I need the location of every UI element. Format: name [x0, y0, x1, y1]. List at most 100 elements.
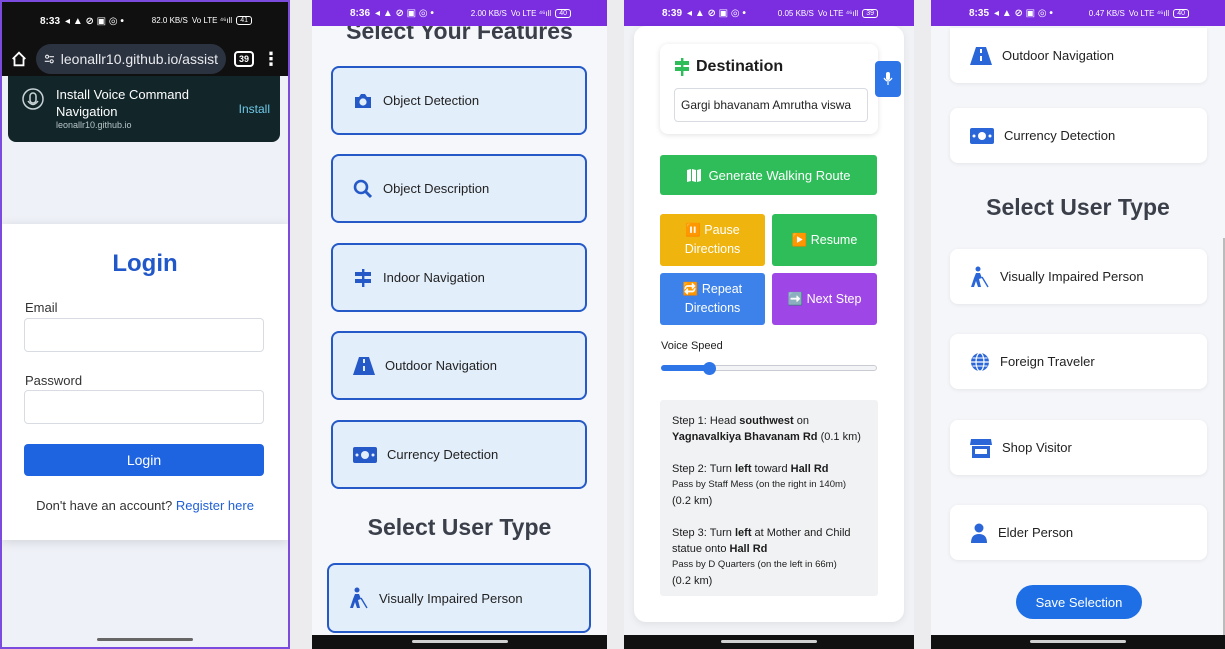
user-type-label: Visually Impaired Person [1000, 269, 1144, 284]
status-bar: 8:35 ◂ ▲ ⊘ ▣ ◎ • 0.47 KB/S Vo LTE ⁴⁶ıll 40 [931, 0, 1225, 26]
status-time: 8:35 [969, 7, 990, 19]
feature-outdoor-navigation[interactable]: Outdoor Navigation [950, 28, 1207, 83]
step-distance: (0.2 km) [672, 495, 713, 507]
destination-heading: Destination [674, 58, 783, 76]
gesture-bar [624, 635, 914, 649]
feature-object-detection[interactable]: Object Detection [331, 66, 587, 135]
next-step-button[interactable]: ➡️ Next Step [772, 273, 877, 325]
user-type-elder-person[interactable]: Elder Person [950, 505, 1207, 560]
destination-input[interactable]: Gargi bhavanam Amrutha viswa [674, 88, 868, 122]
feature-label: Indoor Navigation [383, 270, 485, 285]
feature-label: Currency Detection [387, 447, 499, 462]
destination-title: Destination [696, 58, 784, 75]
user-type-label: Shop Visitor [1002, 440, 1072, 455]
install-app-banner: Install Voice Command Navigation leonall… [8, 76, 280, 142]
step-note: Pass by D Quarters (on the left in 66m) [672, 559, 837, 570]
url-text: leonallr10.github.io/assist [60, 51, 218, 67]
feature-label: Outdoor Navigation [385, 358, 498, 373]
resume-button[interactable]: ▶️ Resume [772, 214, 877, 266]
step-text: on [793, 415, 809, 427]
network-speed: 82.0 KB/S [151, 16, 188, 25]
repeat-directions-button[interactable]: 🔁 Repeat Directions [660, 273, 765, 325]
home-gesture-handle[interactable] [411, 640, 508, 643]
step-road: Yagnavalkiya Bhavanam Rd [672, 431, 818, 443]
direction-step: Step 1: Head southwest on Yagnavalkiya B… [672, 413, 866, 445]
user-type-visually-impaired[interactable]: Visually Impaired Person [327, 563, 591, 633]
notification-icons: ◂ ▲ ⊘ ▣ ◎ • [994, 7, 1053, 19]
step-text: Step 1: Head [672, 415, 740, 427]
feature-currency-detection[interactable]: Currency Detection [331, 420, 587, 489]
signal-icon: Vo LTE ⁴⁶ıll [191, 16, 233, 25]
network-speed: 0.05 KB/S [777, 8, 814, 18]
step-direction: southwest [739, 415, 794, 427]
globe-icon [971, 351, 989, 372]
user-type-foreign-traveler[interactable]: Foreign Traveler [950, 334, 1207, 389]
phone-navigation-screen: 8:39 ◂ ▲ ⊘ ▣ ◎ • 0.05 KB/S Vo LTE ⁴⁶ıll 39 … [624, 0, 914, 649]
step-road: Hall Rd [790, 463, 829, 475]
user-type-label: Visually Impaired Person [379, 590, 523, 606]
camera-icon [355, 93, 371, 108]
login-button[interactable]: Login [24, 444, 264, 476]
battery-icon: 39 [862, 8, 878, 18]
install-button[interactable]: Install [239, 102, 270, 116]
password-field[interactable] [24, 390, 264, 424]
status-bar: 8:33 ◂ ▲ ⊘ ▣ ◎ • 82.0 KB/S Vo LTE ⁴⁶ıll 41 [2, 2, 288, 42]
direction-step: Step 3: Turn left at Mother and Child st… [672, 525, 866, 589]
phone-features-screen: Select Your Features 8:36 ◂ ▲ ⊘ ▣ ◎ • 2.0… [312, 0, 607, 649]
user-type-title: Select User Type [986, 194, 1170, 220]
home-gesture-handle[interactable] [1030, 640, 1126, 643]
site-settings-icon[interactable] [44, 52, 55, 66]
notification-icons: ◂ ▲ ⊘ ▣ ◎ • [687, 7, 746, 19]
slider-thumb[interactable] [703, 362, 717, 375]
generate-route-button[interactable]: Generate Walking Route [660, 155, 877, 195]
email-field[interactable] [24, 318, 264, 352]
map-icon [686, 168, 701, 182]
feature-outdoor-navigation[interactable]: Outdoor Navigation [331, 331, 587, 400]
status-bar: 8:39 ◂ ▲ ⊘ ▣ ◎ • 0.05 KB/S Vo LTE ⁴⁶ıll 39 [624, 0, 914, 26]
signal-icon: Vo LTE ⁴⁶ıll [1128, 8, 1170, 18]
phone-user-type-screen: 8:35 ◂ ▲ ⊘ ▣ ◎ • 0.47 KB/S Vo LTE ⁴⁶ıll 40 … [931, 0, 1225, 649]
road-icon [970, 46, 992, 65]
tab-switcher-button[interactable]: 39 [233, 51, 254, 67]
voice-app-icon [22, 88, 44, 110]
pause-directions-button[interactable]: ⏸️ Pause Directions [660, 214, 765, 266]
home-gesture-handle[interactable] [721, 640, 817, 643]
feature-indoor-navigation[interactable]: Indoor Navigation [331, 243, 587, 312]
status-bar: 8:36 ◂ ▲ ⊘ ▣ ◎ • 2.00 KB/S Vo LTE ⁴⁶ıll 40 [312, 0, 607, 26]
feature-object-description[interactable]: Object Description [331, 154, 587, 223]
login-title: Login [112, 250, 178, 277]
phone-login-screen: 8:33 ◂ ▲ ⊘ ▣ ◎ • 82.0 KB/S Vo LTE ⁴⁶ıll 41 … [0, 0, 290, 649]
blind-person-icon [350, 587, 368, 609]
install-domain: leonallr10.github.io [56, 120, 132, 130]
feature-label: Object Detection [383, 93, 480, 108]
user-type-visually-impaired[interactable]: Visually Impaired Person [950, 249, 1207, 304]
store-icon [970, 438, 992, 458]
home-icon[interactable] [10, 50, 28, 68]
register-link[interactable]: Register here [176, 498, 254, 513]
signpost-icon [355, 268, 371, 287]
feature-currency-detection[interactable]: Currency Detection [950, 108, 1207, 163]
login-card: Login Email Password Login Don't have an… [2, 224, 288, 540]
user-type-shop-visitor[interactable]: Shop Visitor [950, 420, 1207, 475]
voice-speed-label: Voice Speed [661, 340, 723, 352]
save-selection-button[interactable]: Save Selection [1016, 585, 1142, 619]
home-gesture-handle[interactable] [97, 638, 193, 641]
step-text: Step 3: Turn [672, 527, 735, 539]
voice-input-button[interactable] [875, 61, 901, 97]
step-note: Pass by Staff Mess (on the right in 140m… [672, 479, 847, 490]
step-text: toward [751, 463, 791, 475]
road-icon [353, 356, 375, 375]
more-menu-icon[interactable]: ⋮ [262, 50, 280, 68]
address-bar[interactable]: leonallr10.github.io/assist [36, 44, 226, 74]
battery-icon: 40 [555, 8, 571, 18]
install-title: Install Voice Command Navigation [56, 87, 189, 119]
notification-icons: ◂ ▲ ⊘ ▣ ◎ • [65, 16, 124, 27]
install-text: Install Voice Command Navigation leonall… [56, 86, 229, 131]
user-type-title: Select User Type [367, 514, 552, 540]
step-distance: (0.2 km) [672, 575, 713, 587]
money-icon [353, 446, 377, 463]
voice-speed-slider[interactable] [661, 362, 877, 375]
destination-box: Destination Gargi bhavanam Amrutha viswa [660, 44, 878, 134]
navigation-card: Destination Gargi bhavanam Amrutha viswa… [634, 26, 904, 622]
status-time: 8:39 [662, 7, 683, 19]
